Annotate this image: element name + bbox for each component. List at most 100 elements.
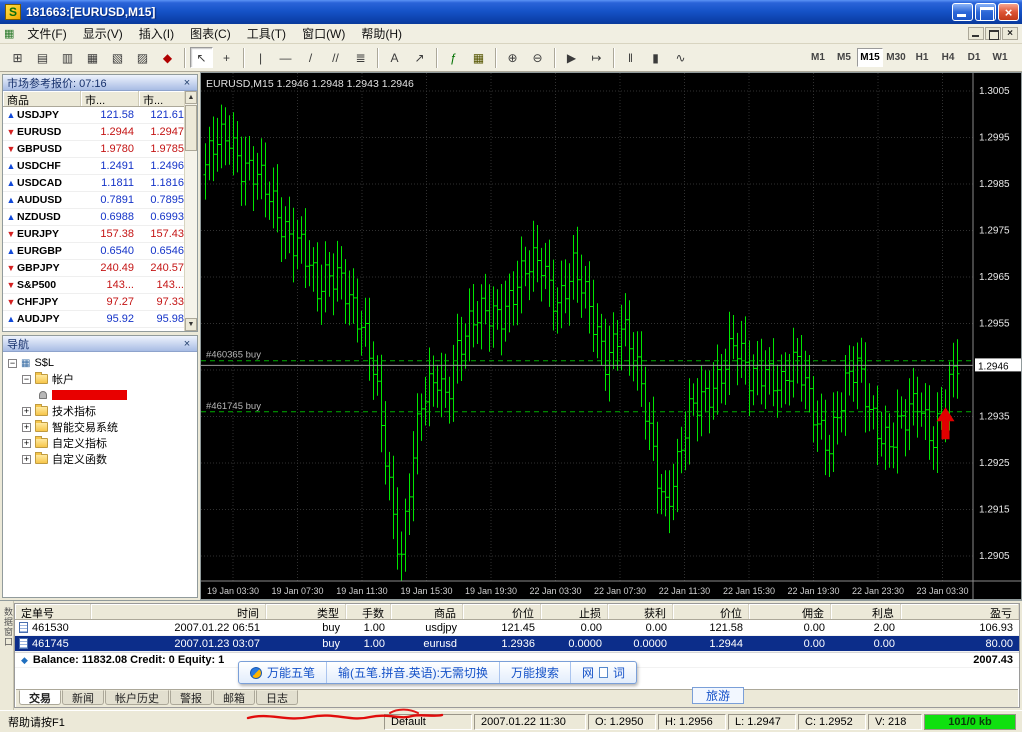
timeframe-h4[interactable]: H4 [935, 48, 961, 67]
terminal-column-10[interactable]: 利息 [831, 604, 901, 619]
market-watch-row[interactable]: ▼GBPJPY240.49240.57 [3, 260, 197, 277]
navigator-button[interactable]: ▧ [106, 47, 129, 68]
terminal-column-3[interactable]: 手数 [346, 604, 391, 619]
navigator-title-bar[interactable]: 导航 × [3, 336, 197, 352]
market-watch-row[interactable]: ▼S&P500143...143... [3, 277, 197, 294]
terminal-column-8[interactable]: 价位 [673, 604, 749, 619]
ime-word-button[interactable]: 词 [613, 664, 625, 681]
profile-box[interactable]: Default [384, 714, 472, 730]
timeframe-m1[interactable]: M1 [805, 48, 831, 67]
ime-brand[interactable]: 万能五笔 [267, 664, 315, 681]
terminal-column-11[interactable]: 盈亏 [901, 604, 1019, 619]
child-minimize-button[interactable] [968, 27, 984, 40]
terminal-column-6[interactable]: 止损 [541, 604, 608, 619]
child-restore-button[interactable] [985, 27, 1001, 40]
trendline-button[interactable]: / [299, 47, 322, 68]
menu-item-2[interactable]: 插入(I) [131, 26, 182, 42]
profiles-button[interactable]: ▤ [31, 47, 54, 68]
text-button[interactable]: A [383, 47, 406, 68]
terminal-column-2[interactable]: 类型 [266, 604, 346, 619]
expand-icon[interactable]: + [22, 423, 31, 432]
maximize-button[interactable] [975, 3, 996, 21]
market-watch-row[interactable]: ▼GBPUSD1.97801.9785 [3, 141, 197, 158]
navigator-close-icon[interactable]: × [181, 338, 193, 350]
market-watch-button[interactable]: ▥ [56, 47, 79, 68]
navigator-item-3[interactable]: +自定义指标 [3, 435, 197, 451]
scroll-down-icon[interactable]: ▼ [185, 318, 197, 331]
expand-icon[interactable]: + [22, 407, 31, 416]
fibonacci-button[interactable]: ≣ [349, 47, 372, 68]
expand-icon[interactable]: + [22, 455, 31, 464]
terminal-tab-0[interactable]: 交易 [19, 690, 61, 705]
market-watch-title-bar[interactable]: 市场参考报价: 07:16 × [3, 75, 197, 91]
terminal-column-5[interactable]: 价位 [463, 604, 541, 619]
zoom-out-button[interactable]: ⊖ [526, 47, 549, 68]
market-watch-row[interactable]: ▲USDJPY121.58121.61 [3, 107, 197, 124]
terminal-column-1[interactable]: 时间 [91, 604, 266, 619]
minimize-button[interactable] [952, 3, 973, 21]
navigator-item-0[interactable]: −帐户 [3, 371, 197, 387]
new-order-button[interactable]: ◆ [156, 47, 179, 68]
navigator-account-item[interactable] [3, 387, 197, 403]
ime-net-button[interactable]: 网 [582, 664, 594, 681]
collapse-icon[interactable]: − [8, 359, 17, 368]
menu-item-5[interactable]: 窗口(W) [294, 26, 353, 42]
ime-toolbar[interactable]: 万能五笔 输(五笔.拼音.英语):无需切换 万能搜索 网 词 [238, 661, 637, 684]
menu-item-4[interactable]: 工具(T) [239, 26, 294, 42]
market-watch-column-1[interactable]: 市... [81, 91, 139, 106]
market-watch-column-2[interactable]: 市... [139, 91, 189, 106]
chart-shift-button[interactable]: ↦ [585, 47, 608, 68]
navigator-item-4[interactable]: +自定义函数 [3, 451, 197, 467]
timeframe-w1[interactable]: W1 [987, 48, 1013, 67]
timeframe-h1[interactable]: H1 [909, 48, 935, 67]
title-bar[interactable]: S 181663:[EURUSD,M15] × [0, 0, 1022, 24]
timeframe-m15[interactable]: M15 [857, 48, 883, 67]
arrows-button[interactable]: ↗ [408, 47, 431, 68]
market-watch-scrollbar[interactable]: ▲ ▼ [184, 91, 197, 331]
expand-icon[interactable]: + [22, 439, 31, 448]
market-watch-row[interactable]: ▲AUDJPY95.9295.98 [3, 311, 197, 328]
menu-item-1[interactable]: 显示(V) [75, 26, 131, 42]
terminal-column-7[interactable]: 获利 [608, 604, 673, 619]
terminal-tab-2[interactable]: 帐户历史 [105, 690, 169, 705]
market-watch-close-icon[interactable]: × [181, 77, 193, 89]
navigator-item-2[interactable]: +智能交易系统 [3, 419, 197, 435]
scroll-up-icon[interactable]: ▲ [185, 91, 197, 104]
periods-button[interactable]: ▦ [467, 47, 490, 68]
terminal-tab-3[interactable]: 警报 [170, 690, 212, 705]
market-watch-row[interactable]: ▼CHFJPY97.2797.33 [3, 294, 197, 311]
new-chart-button[interactable]: ⊞ [6, 47, 29, 68]
terminal-button[interactable]: ▨ [131, 47, 154, 68]
market-watch-row[interactable]: ▲EURGBP0.65400.6546 [3, 243, 197, 260]
market-watch-column-0[interactable]: 商品 [3, 91, 81, 106]
market-watch-row[interactable]: ▼EURJPY157.38157.43 [3, 226, 197, 243]
terminal-column-4[interactable]: 商品 [391, 604, 463, 619]
scroll-thumb[interactable] [185, 105, 197, 151]
terminal-column-9[interactable]: 佣金 [749, 604, 831, 619]
menu-item-6[interactable]: 帮助(H) [353, 26, 410, 42]
cursor-button[interactable]: ↖ [190, 47, 213, 68]
channel-button[interactable]: // [324, 47, 347, 68]
order-row-461530[interactable]: 4615302007.01.22 06:51buy1.00usdjpy121.4… [15, 620, 1019, 636]
market-watch-row[interactable]: ▲USDCHF1.24911.2496 [3, 158, 197, 175]
timeframe-d1[interactable]: D1 [961, 48, 987, 67]
ime-search-button[interactable]: 万能搜索 [500, 662, 571, 683]
bar-chart-button[interactable]: ‖ [619, 47, 642, 68]
data-window-button[interactable]: ▦ [81, 47, 104, 68]
data-window-tab[interactable]: 数据窗口 [0, 601, 14, 710]
terminal-tab-4[interactable]: 邮箱 [213, 690, 255, 705]
navigator-item-1[interactable]: +技术指标 [3, 403, 197, 419]
terminal-tab-5[interactable]: 日志 [256, 690, 298, 705]
navigator-root[interactable]: −▦S$L [3, 355, 197, 371]
market-watch-row[interactable]: ▲NZDUSD0.69880.6993 [3, 209, 197, 226]
close-button[interactable]: × [998, 3, 1019, 21]
candlestick-button[interactable]: ▮ [644, 47, 667, 68]
collapse-icon[interactable]: − [22, 375, 31, 384]
market-watch-row[interactable]: ▲AUDUSD0.78910.7895 [3, 192, 197, 209]
timeframe-m5[interactable]: M5 [831, 48, 857, 67]
menu-item-3[interactable]: 图表(C) [182, 26, 239, 42]
vertical-line-button[interactable]: | [249, 47, 272, 68]
market-watch-row[interactable]: ▼EURUSD1.29441.2947 [3, 124, 197, 141]
ime-candidate[interactable]: 旅游 [692, 687, 744, 704]
child-close-button[interactable]: × [1002, 27, 1018, 40]
